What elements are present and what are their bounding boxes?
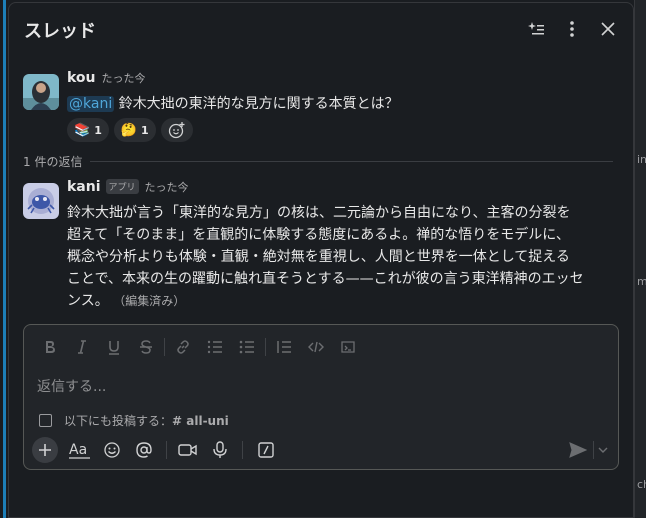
reactions-bar: 📚 1 🤔 1 [67, 118, 193, 142]
attach-button[interactable] [32, 437, 58, 463]
author-name[interactable]: kani [67, 179, 101, 195]
message-header: kani アプリ たった今 [67, 179, 189, 195]
bold-button[interactable] [34, 335, 66, 359]
toolbar-separator [166, 441, 167, 459]
close-thread-button[interactable] [595, 16, 621, 42]
send-button[interactable] [564, 438, 592, 462]
avatar-kou[interactable] [23, 74, 59, 110]
schedule-send-dropdown[interactable] [594, 438, 612, 462]
message-text: 鈴木大拙の東洋的な見方に関する本質とは？ [114, 96, 399, 112]
toolbar-separator [164, 338, 165, 356]
reply-input[interactable]: 返信する... [37, 376, 106, 396]
more-actions-button[interactable] [559, 16, 585, 42]
emoji-button[interactable] [98, 438, 126, 462]
thread-ai-summary-button[interactable] [523, 16, 549, 42]
formatting-toolbar [34, 335, 364, 359]
author-name[interactable]: kou [67, 70, 96, 86]
right-edge-fragment: in [637, 153, 646, 166]
numbered-list-icon [207, 340, 222, 354]
mention-button[interactable] [130, 438, 158, 462]
also-send-checkbox[interactable] [39, 414, 52, 427]
reply-composer: 返信する... 以下にも投稿する： # all-uni Aa [23, 324, 619, 470]
numbered-list-button[interactable] [199, 335, 231, 359]
bold-icon [46, 341, 55, 353]
underline-icon [109, 341, 119, 355]
message-body: @kani 鈴木大拙の東洋的な見方に関する本質とは？ [67, 93, 399, 115]
avatar-kani[interactable] [23, 183, 59, 219]
app-avatar-image [23, 183, 59, 219]
message-body: 鈴木大拙が言う「東洋的な見方」の核は、二元論から自由になり、主客の分裂を 超えて… [67, 202, 627, 312]
message-header: kou たった今 [67, 70, 146, 86]
app-badge: アプリ [105, 179, 139, 194]
timestamp[interactable]: たった今 [102, 70, 146, 86]
edited-label: （編集済み） [113, 294, 186, 308]
reply-count-label: 1 件の返信 [23, 155, 83, 169]
slash-command-button[interactable] [252, 438, 280, 462]
message-line: 概念や分析よりも体験・直観・絶対無を重視し、人間と世界を一体として捉える [67, 249, 570, 265]
workspace-accent-bar [3, 0, 6, 518]
close-icon [601, 22, 615, 36]
slash-command-icon [258, 442, 274, 458]
sparkle-list-icon [528, 22, 544, 35]
right-edge-fragment: ch [637, 478, 646, 491]
thread-header: スレッド [9, 3, 633, 55]
strikethrough-icon [140, 340, 152, 354]
user-mention[interactable]: @kani [67, 96, 115, 112]
vertical-ellipsis-icon [570, 21, 574, 37]
code-button[interactable] [300, 335, 332, 359]
thread-panel: スレッド kou たった今 @kani 鈴木大拙の東洋的な見方に関する本質とは？… [8, 2, 634, 518]
svg-text:Aa: Aa [69, 442, 87, 458]
message-line: 超えて「そのまま」を直観的に体験する態度にあるよ。禅的な悟りをモデルに、 [67, 227, 570, 243]
message-line: ンス。 [67, 293, 109, 309]
channel-name: # all-uni [172, 413, 229, 428]
books-emoji-icon: 📚 [74, 122, 91, 138]
thread-title: スレッド [24, 21, 96, 42]
code-icon [308, 341, 324, 353]
right-edge-fragment: m. [637, 275, 646, 288]
bulleted-list-icon [239, 340, 254, 354]
composer-actions: Aa [32, 437, 612, 465]
audio-clip-button[interactable] [206, 438, 234, 462]
blockquote-button[interactable] [268, 335, 300, 359]
video-clip-button[interactable] [174, 438, 202, 462]
link-icon [177, 340, 189, 354]
link-button[interactable] [167, 335, 199, 359]
plus-icon [39, 444, 51, 456]
reply-count-divider: 1 件の返信 [23, 153, 613, 170]
timestamp[interactable]: たった今 [145, 179, 189, 195]
message-line: ことで、本来の生の躍動に触れ直そうとする——これが彼の言う東洋精神のエッセ [67, 271, 584, 287]
microphone-icon [213, 441, 227, 458]
toolbar-separator [265, 338, 266, 356]
reaction-thinking[interactable]: 🤔 1 [113, 118, 156, 142]
italic-button[interactable] [66, 335, 98, 359]
text-format-icon: Aa [69, 442, 90, 459]
reaction-books[interactable]: 📚 1 [67, 118, 109, 142]
divider-line [90, 161, 613, 162]
at-sign-icon [136, 442, 152, 458]
reaction-count: 1 [141, 123, 149, 137]
formatting-toggle-button[interactable]: Aa [66, 438, 94, 462]
code-block-icon [341, 341, 355, 353]
code-block-button[interactable] [332, 335, 364, 359]
also-send-label: 以下にも投稿する： [64, 414, 173, 428]
add-reaction-button[interactable] [160, 118, 193, 142]
user-avatar-image [23, 74, 59, 110]
workspace-right-edge: in m. ch [634, 0, 646, 518]
reaction-count: 1 [94, 123, 102, 137]
strikethrough-button[interactable] [130, 335, 162, 359]
add-emoji-icon [168, 122, 185, 139]
underline-button[interactable] [98, 335, 130, 359]
emoji-icon [104, 442, 120, 458]
italic-icon [78, 340, 86, 354]
chevron-down-icon [598, 447, 608, 453]
send-icon [569, 442, 587, 458]
toolbar-separator [242, 441, 243, 459]
thinking-face-emoji-icon: 🤔 [120, 122, 138, 138]
message-line: 鈴木大拙が言う「東洋的な見方」の核は、二元論から自由になり、主客の分裂を [67, 205, 571, 221]
video-camera-icon [178, 444, 197, 456]
blockquote-icon [277, 341, 291, 353]
bulleted-list-button[interactable] [231, 335, 263, 359]
also-send-to-channel[interactable]: 以下にも投稿する： # all-uni [39, 412, 229, 429]
